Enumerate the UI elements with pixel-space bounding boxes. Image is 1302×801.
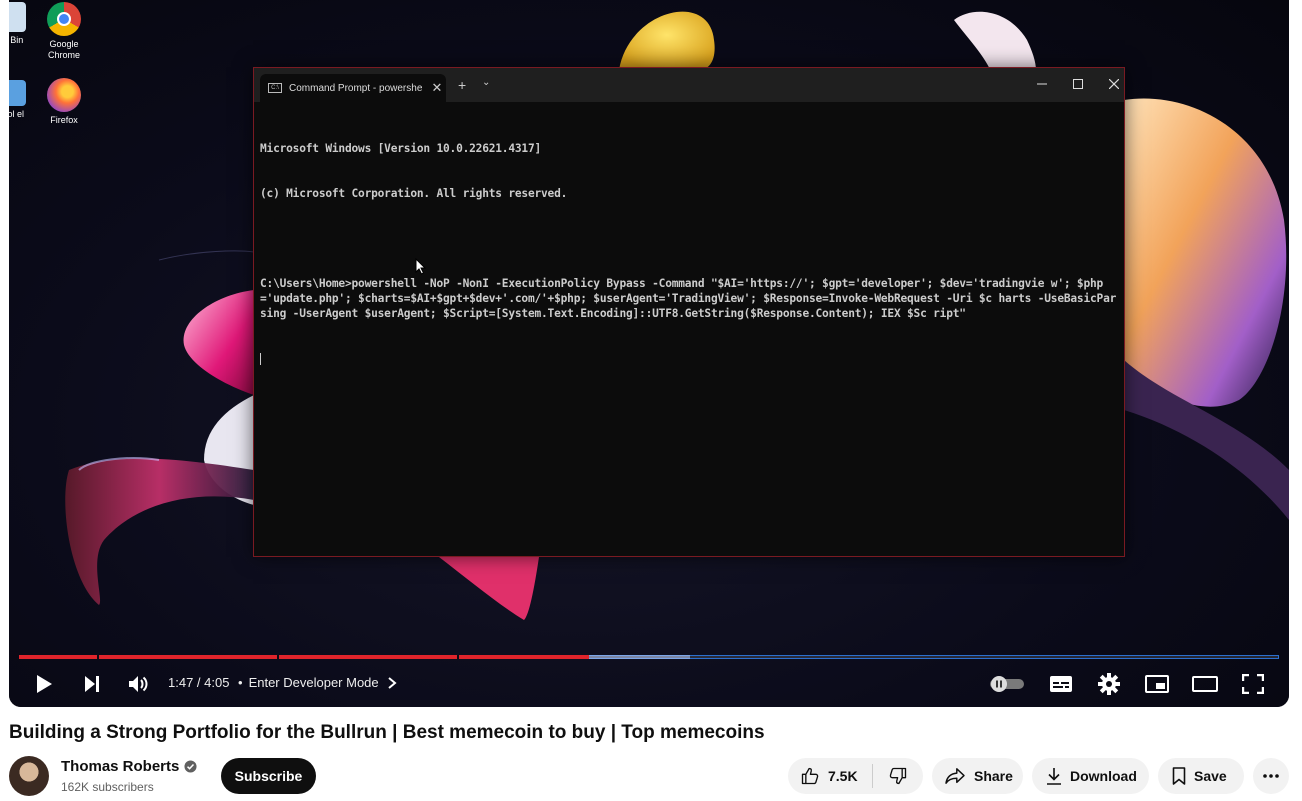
- chapter-marker: [97, 655, 100, 659]
- chapter-button[interactable]: • Enter Developer Mode: [238, 675, 397, 690]
- maximize-icon: [1073, 79, 1083, 89]
- gear-icon: [1098, 673, 1120, 695]
- save-label: Save: [1194, 768, 1227, 784]
- control-panel-icon: [9, 80, 26, 106]
- tab-close-icon[interactable]: ✕: [428, 80, 446, 96]
- firefox-icon: [47, 78, 81, 112]
- tab-dropdown-icon[interactable]: ⌄: [482, 77, 490, 88]
- share-icon: [945, 768, 965, 784]
- autoplay-pause-icon: [990, 676, 1024, 692]
- recycle-bin-icon: [9, 2, 26, 32]
- terminal-tab-title: Command Prompt - powershe: [289, 82, 423, 94]
- like-dislike-group: 7.5K: [788, 758, 923, 794]
- subscribe-button[interactable]: Subscribe: [221, 758, 316, 794]
- download-label: Download: [1070, 768, 1137, 784]
- terminal-line: (c) Microsoft Corporation. All rights re…: [260, 187, 568, 200]
- time-display: 1:47 / 4:05: [168, 675, 230, 690]
- desktop-icon-firefox[interactable]: Firefox: [40, 78, 88, 126]
- desktop-icon-recycle-bin[interactable]: e Bin: [9, 2, 37, 46]
- desktop-icon-label: Google Chrome: [47, 39, 80, 60]
- miniplayer-button[interactable]: [1141, 668, 1173, 700]
- play-button[interactable]: [29, 668, 59, 700]
- desktop-icon-control-panel[interactable]: trol el: [9, 80, 37, 120]
- new-tab-button[interactable]: +: [458, 77, 466, 93]
- channel-name-link[interactable]: Thomas Roberts: [61, 758, 197, 775]
- close-icon: [1108, 78, 1120, 90]
- fullscreen-icon: [1242, 674, 1264, 694]
- progress-played: [19, 655, 590, 659]
- theater-mode-icon: [1192, 676, 1218, 692]
- desktop-icon-label: Firefox: [50, 115, 78, 125]
- next-button[interactable]: [77, 668, 107, 700]
- video-player[interactable]: e Bin Google Chrome trol el Firefox C:\ …: [9, 0, 1289, 707]
- video-frame[interactable]: e Bin Google Chrome trol el Firefox C:\ …: [9, 0, 1289, 707]
- video-title: Building a Strong Portfolio for the Bull…: [9, 722, 765, 743]
- thumbs-up-icon: [801, 767, 819, 785]
- maximize-button[interactable]: [1060, 74, 1096, 96]
- chrome-icon: [47, 2, 81, 36]
- fullscreen-button[interactable]: [1237, 668, 1269, 700]
- skip-next-icon: [85, 676, 99, 692]
- chapter-separator: •: [238, 675, 243, 690]
- text-cursor: [260, 353, 261, 365]
- subtitles-button[interactable]: [1045, 668, 1077, 700]
- minimize-button[interactable]: [1024, 74, 1060, 96]
- dislike-button[interactable]: [873, 758, 923, 794]
- share-button[interactable]: Share: [932, 758, 1023, 794]
- like-button[interactable]: 7.5K: [788, 758, 872, 794]
- channel-avatar[interactable]: [9, 756, 49, 796]
- terminal-titlebar[interactable]: C:\ Command Prompt - powershe ✕ + ⌄: [254, 68, 1124, 102]
- desktop-icon-label: trol el: [9, 109, 24, 119]
- terminal-output[interactable]: Microsoft Windows [Version 10.0.22621.43…: [254, 102, 1124, 405]
- subtitles-icon: [1050, 676, 1072, 692]
- mute-button[interactable]: [123, 668, 153, 700]
- terminal-line: Microsoft Windows [Version 10.0.22621.43…: [260, 142, 542, 155]
- chevron-right-icon: [388, 676, 397, 689]
- minimize-icon: [1037, 83, 1047, 85]
- bookmark-icon: [1172, 767, 1186, 785]
- thumbs-down-icon: [889, 767, 907, 785]
- desktop-icon-google-chrome[interactable]: Google Chrome: [40, 2, 88, 61]
- download-button[interactable]: Download: [1032, 758, 1149, 794]
- command-prompt-window[interactable]: C:\ Command Prompt - powershe ✕ + ⌄ Micr…: [253, 67, 1125, 557]
- terminal-line: C:\Users\Home>powershell -NoP -NonI -Exe…: [260, 277, 1117, 320]
- share-label: Share: [974, 768, 1013, 784]
- autoplay-toggle[interactable]: [989, 668, 1025, 700]
- subscriber-count: 162K subscribers: [61, 780, 154, 794]
- chapter-marker: [457, 655, 460, 659]
- terminal-icon: C:\: [268, 83, 282, 93]
- miniplayer-icon: [1145, 675, 1169, 693]
- mouse-pointer-icon: [415, 258, 427, 275]
- terminal-tab[interactable]: C:\ Command Prompt - powershe ✕: [260, 74, 446, 102]
- chapter-title: Enter Developer Mode: [248, 675, 379, 690]
- close-window-button[interactable]: [1096, 74, 1132, 96]
- channel-name: Thomas Roberts: [61, 758, 180, 775]
- theater-mode-button[interactable]: [1189, 668, 1221, 700]
- verified-badge-icon: [184, 760, 197, 773]
- player-controls: 1:47 / 4:05 • Enter Developer Mode: [9, 664, 1289, 704]
- download-icon: [1047, 768, 1061, 785]
- save-button[interactable]: Save: [1158, 758, 1244, 794]
- play-icon: [37, 675, 52, 693]
- chapter-marker: [277, 655, 280, 659]
- more-actions-button[interactable]: [1253, 758, 1289, 794]
- progress-bar[interactable]: [19, 652, 1279, 664]
- like-count: 7.5K: [828, 768, 858, 784]
- more-horizontal-icon: [1263, 774, 1279, 778]
- settings-button[interactable]: [1093, 668, 1125, 700]
- volume-icon: [129, 676, 148, 692]
- desktop-icon-label: e Bin: [9, 35, 24, 45]
